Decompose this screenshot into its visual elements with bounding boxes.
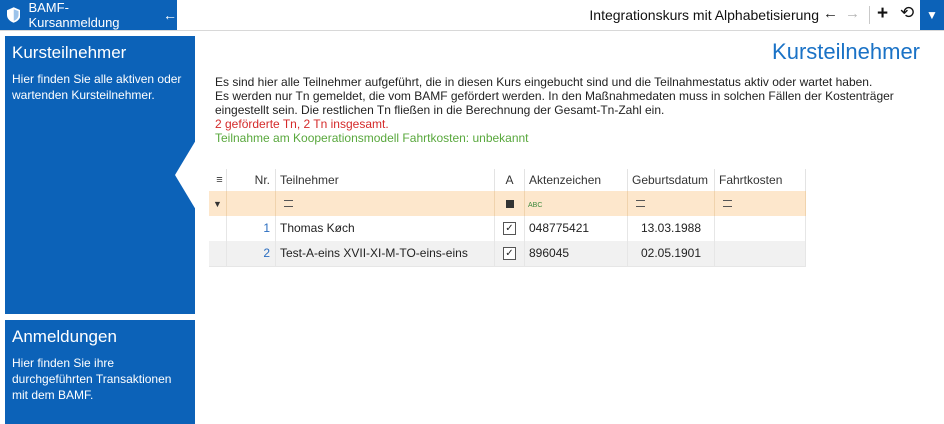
nav-forward-icon: → <box>845 5 860 22</box>
toolbar-divider <box>869 6 870 24</box>
context-title: Integrationskurs mit Alphabetisierung <box>589 7 819 23</box>
cell-teilnehmer: Test-A-eins XVII-XI-M-TO-eins-eins <box>276 241 495 266</box>
column-header-aktenzeichen[interactable]: Aktenzeichen <box>525 169 628 191</box>
coop-status: Teilnahme am Kooperationsmodell Fahrtkos… <box>215 131 529 145</box>
participant-count: 2 geförderte Tn, 2 Tn insgesamt. <box>215 117 389 131</box>
cell-nr: 2 <box>227 241 276 266</box>
cell-a[interactable]: ✓ <box>495 241 525 266</box>
description-line: Es sind hier alle Teilnehmer aufgeführt,… <box>215 75 873 89</box>
panel-title: Kursteilnehmer <box>12 43 127 62</box>
cell-aktenzeichen: 896045 <box>525 241 628 266</box>
filter-cell-aktenzeichen[interactable]: ABC <box>525 191 628 216</box>
cell-geburtsdatum: 02.05.1901 <box>628 241 715 266</box>
grid-menu-icon[interactable]: ≡ <box>209 169 227 191</box>
table-row[interactable]: 2 Test-A-eins XVII-XI-M-TO-eins-eins ✓ 8… <box>209 241 806 267</box>
column-header-nr[interactable]: Nr. <box>227 169 276 191</box>
cell-geburtsdatum: 13.03.1988 <box>628 216 715 241</box>
row-indicator <box>209 241 227 266</box>
description: Es sind hier alle Teilnehmer aufgeführt,… <box>215 75 915 145</box>
panel-kursteilnehmer[interactable]: Kursteilnehmer Hier finden Sie alle akti… <box>5 36 195 314</box>
panel-anmeldungen[interactable]: Anmeldungen Hier finden Sie ihre durchge… <box>5 320 195 424</box>
add-icon[interactable]: + <box>877 3 888 25</box>
filter-cell-fahrtkosten[interactable] <box>715 191 806 216</box>
equals-icon <box>636 200 645 208</box>
grid-header-row: ≡ Nr. Teilnehmer A Aktenzeichen Geburtsd… <box>209 169 806 192</box>
cell-nr: 1 <box>227 216 276 241</box>
shield-icon <box>7 7 21 23</box>
cell-fahrtkosten <box>715 216 806 241</box>
filter-cell-nr[interactable] <box>227 191 276 216</box>
panel-text: Hier finden Sie alle aktiven oder warten… <box>12 72 182 102</box>
chevron-down-icon[interactable]: ▼ <box>920 0 944 30</box>
panel-title: Anmeldungen <box>12 327 117 346</box>
filter-cell-teilnehmer[interactable] <box>276 191 495 216</box>
column-header-fahrtkosten[interactable]: Fahrtkosten <box>715 169 806 191</box>
undo-icon[interactable]: ⟲ <box>900 3 914 23</box>
cell-teilnehmer: Thomas Køch <box>276 216 495 241</box>
filter-cell-a[interactable] <box>495 191 525 216</box>
active-panel-pointer <box>175 140 196 210</box>
column-header-geburtsdatum[interactable]: Geburtsdatum <box>628 169 715 191</box>
description-line: Es werden nur Tn gemeldet, die vom BAMF … <box>215 89 894 117</box>
checkbox-checked[interactable]: ✓ <box>503 222 516 236</box>
square-icon <box>505 199 514 208</box>
column-header-teilnehmer[interactable]: Teilnehmer <box>276 169 495 191</box>
row-indicator <box>209 216 227 241</box>
filter-funnel-icon[interactable]: ▼ <box>209 191 227 216</box>
column-header-a[interactable]: A <box>495 169 525 191</box>
equals-icon <box>723 200 732 208</box>
panel-text: Hier finden Sie ihre durchgeführten Tran… <box>12 356 172 402</box>
back-arrow-icon[interactable]: ← <box>163 7 177 23</box>
cell-fahrtkosten <box>715 241 806 266</box>
text-filter-icon: ABC <box>528 202 543 209</box>
table-row[interactable]: 1 Thomas Køch ✓ 048775421 13.03.1988 <box>209 216 806 242</box>
cell-a[interactable]: ✓ <box>495 216 525 241</box>
filter-cell-geburtsdatum[interactable] <box>628 191 715 216</box>
equals-icon <box>284 200 293 208</box>
page-title: Kursteilnehmer <box>772 39 920 64</box>
nav-back-icon[interactable]: ← <box>823 5 838 22</box>
top-bar: BAMF-Kursanmeldung ← Integrationskurs mi… <box>0 0 944 31</box>
app-title: BAMF-Kursanmeldung <box>28 0 120 30</box>
grid-filter-row: ▼ ABC <box>209 191 806 216</box>
checkbox-checked[interactable]: ✓ <box>503 247 516 261</box>
app-title-block[interactable]: BAMF-Kursanmeldung ← <box>0 0 177 30</box>
cell-aktenzeichen: 048775421 <box>525 216 628 241</box>
